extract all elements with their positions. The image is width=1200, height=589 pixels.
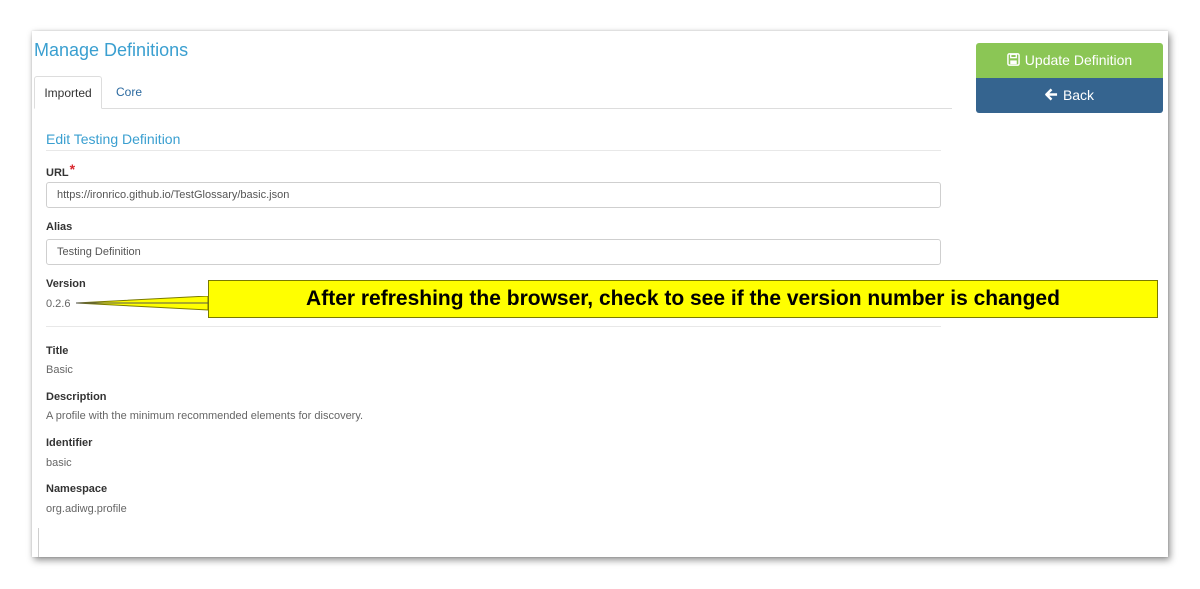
section-divider [46,150,941,151]
page-title: Manage Definitions [34,40,189,60]
alias-label: Alias [46,221,73,233]
tab-bar: Imported Core [34,76,952,109]
save-icon [1006,44,1020,79]
description-label: Description [46,391,107,403]
namespace-value: org.adiwg.profile [46,503,127,515]
url-input-value: https://ironrico.github.io/TestGlossary/… [57,189,290,201]
description-value: A profile with the minimum recommended e… [46,410,364,422]
title-value: Basic [46,364,73,376]
section-title: Edit Testing Definition [46,131,181,147]
scroll-edge [38,528,39,557]
update-definition-button[interactable]: Update Definition [976,43,1163,78]
update-definition-label: Update Definition [1024,52,1133,68]
callout-pointer [76,296,209,311]
alias-input[interactable]: Testing Definition [46,239,941,265]
back-button[interactable]: Back [976,78,1163,113]
required-marker: * [69,161,76,177]
annotation-callout: After refreshing the browser, check to s… [208,280,1158,318]
arrow-left-icon [1045,79,1058,114]
identifier-label: Identifier [46,437,93,449]
url-label-text: URL [46,167,69,179]
title-label: Title [46,345,69,357]
alias-input-value: Testing Definition [57,246,141,258]
version-label: Version [46,278,86,290]
fields-divider [46,326,941,327]
app-window: Manage Definitions Imported Core Edit Te… [32,31,1168,557]
namespace-label: Namespace [46,483,108,495]
back-label: Back [1062,87,1095,103]
tab-imported[interactable]: Imported [34,76,102,109]
tab-core[interactable]: Core [116,76,142,108]
url-label: URL* [46,161,76,179]
version-value: 0.2.6 [46,298,71,310]
url-input[interactable]: https://ironrico.github.io/TestGlossary/… [46,182,941,208]
identifier-value: basic [46,457,72,469]
